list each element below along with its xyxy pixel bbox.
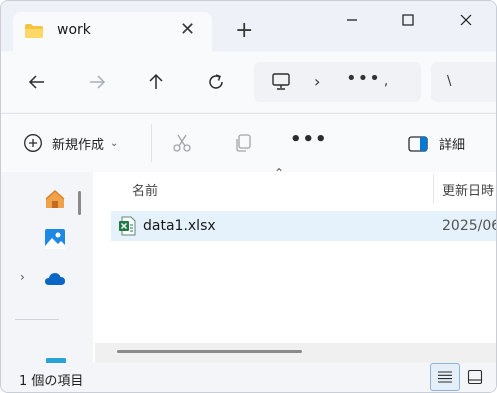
- list-view-icon: [438, 371, 452, 383]
- file-date: 2025/06/: [442, 218, 496, 234]
- address-chevron[interactable]: ›: [314, 72, 320, 91]
- up-button[interactable]: [144, 70, 168, 94]
- search-text: \: [447, 74, 452, 89]
- search-box[interactable]: \: [431, 62, 496, 102]
- cut-icon[interactable]: [172, 133, 192, 153]
- details-pane-button[interactable]: 詳細: [408, 134, 465, 153]
- address-segment[interactable]: ,: [384, 74, 388, 89]
- details-pane-icon: [408, 135, 428, 152]
- refresh-button[interactable]: [204, 70, 228, 94]
- this-pc-icon: [272, 73, 290, 90]
- refresh-icon: [209, 74, 223, 89]
- tab-title: work: [57, 22, 91, 38]
- home-icon[interactable]: [44, 188, 66, 210]
- column-divider[interactable]: [433, 174, 434, 204]
- close-button[interactable]: [443, 7, 489, 33]
- tab-close-icon[interactable]: ✕: [180, 20, 195, 40]
- pane-splitter[interactable]: [71, 172, 93, 363]
- arrow-up-icon: [149, 73, 163, 89]
- plus-circle-icon: [24, 134, 42, 152]
- file-name: data1.xlsx: [143, 218, 216, 234]
- column-header-name[interactable]: 名前: [132, 180, 158, 199]
- table-row[interactable]: data1.xlsx 2025/06/: [111, 211, 496, 241]
- address-bar[interactable]: › ••• ,: [254, 62, 421, 102]
- folder-icon: [25, 24, 43, 38]
- maximize-icon: [402, 14, 414, 26]
- tiles-view-icon[interactable]: [467, 369, 483, 385]
- back-button[interactable]: [25, 70, 49, 94]
- expand-chevron-icon[interactable]: ›: [20, 270, 25, 284]
- command-divider: [151, 124, 152, 162]
- arrow-right-icon: [90, 75, 106, 89]
- horizontal-scrollbar[interactable]: [95, 343, 496, 363]
- status-bar: 1 個の項目: [1, 363, 496, 392]
- maximize-button[interactable]: [385, 7, 431, 33]
- file-list: ⌃ 名前 更新日時 data1.xlsx 2025/06/: [93, 166, 496, 363]
- command-bar: 新規作成 ⌄ ••• 詳細: [1, 113, 496, 173]
- minimize-button[interactable]: [329, 7, 375, 33]
- details-view-button[interactable]: [430, 363, 460, 391]
- close-icon: [460, 14, 472, 26]
- item-count: 1 個の項目: [19, 374, 84, 389]
- new-button-label: 新規作成: [52, 137, 105, 153]
- excel-file-icon: [119, 216, 136, 236]
- scrollbar-thumb[interactable]: [117, 350, 302, 353]
- onedrive-icon[interactable]: [44, 268, 66, 290]
- arrow-left-icon: [28, 75, 44, 89]
- gallery-icon[interactable]: [44, 228, 66, 250]
- new-button[interactable]: 新規作成 ⌄: [23, 132, 118, 154]
- new-tab-button[interactable]: +: [235, 20, 253, 42]
- minimize-icon: [347, 19, 357, 21]
- title-bar: work ✕ +: [1, 1, 496, 52]
- sidebar-divider: [15, 319, 59, 320]
- more-options-button[interactable]: •••: [290, 129, 328, 150]
- explorer-window: work ✕ + › ••• , \ 新規作成 ⌄ ••• 詳細 › ⌃ 名前 …: [0, 0, 497, 393]
- chevron-down-icon: ⌄: [110, 137, 119, 149]
- copy-icon[interactable]: [233, 133, 253, 153]
- navigation-bar: › ••• , \: [1, 52, 496, 112]
- tab-work[interactable]: work ✕: [13, 12, 212, 52]
- forward-button[interactable]: [85, 70, 109, 94]
- details-label: 詳細: [439, 138, 466, 153]
- column-header-date[interactable]: 更新日時: [442, 180, 494, 199]
- sort-ascending-icon: ⌃: [274, 166, 285, 180]
- sidebar-scrollbar[interactable]: [78, 191, 81, 215]
- address-overflow-button[interactable]: •••: [346, 68, 381, 89]
- navigation-pane: ›: [1, 172, 71, 372]
